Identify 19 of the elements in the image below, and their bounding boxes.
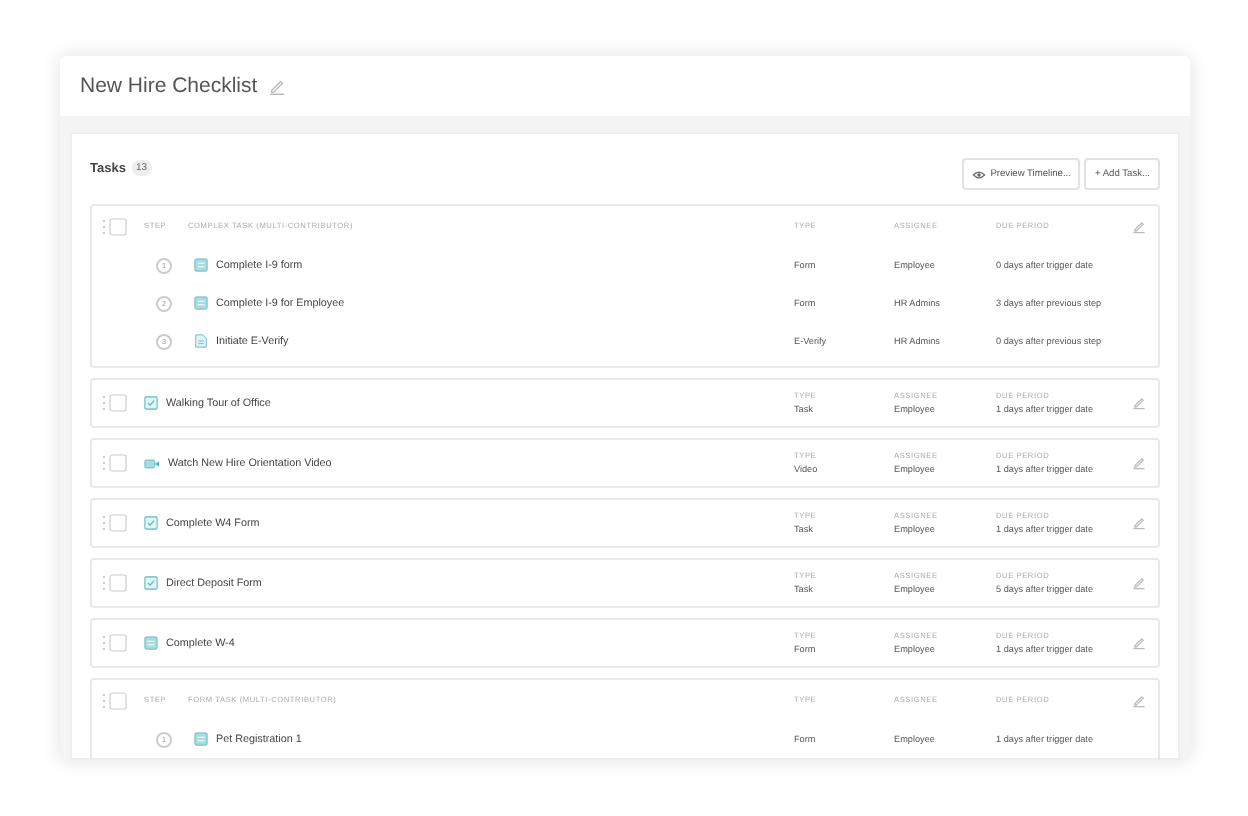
video-camera-icon <box>144 457 160 469</box>
form-icon <box>194 296 208 310</box>
document-icon <box>194 334 208 348</box>
eye-icon <box>972 169 987 179</box>
edit-icon[interactable] <box>1132 456 1146 470</box>
checkbox-icon <box>144 396 158 410</box>
edit-icon[interactable] <box>1132 516 1146 530</box>
edit-icon[interactable] <box>1132 636 1146 650</box>
form-icon <box>194 258 208 272</box>
edit-icon[interactable] <box>1132 693 1146 707</box>
edit-icon[interactable] <box>267 77 286 95</box>
checkbox-icon <box>144 516 158 530</box>
edit-icon[interactable] <box>1132 396 1146 410</box>
checklist-title: New Hire Checklist <box>80 74 258 98</box>
form-icon <box>194 732 208 746</box>
form-icon <box>144 636 158 650</box>
checkbox-icon <box>144 576 158 590</box>
edit-icon[interactable] <box>1132 576 1146 590</box>
edit-icon[interactable] <box>1132 219 1146 233</box>
